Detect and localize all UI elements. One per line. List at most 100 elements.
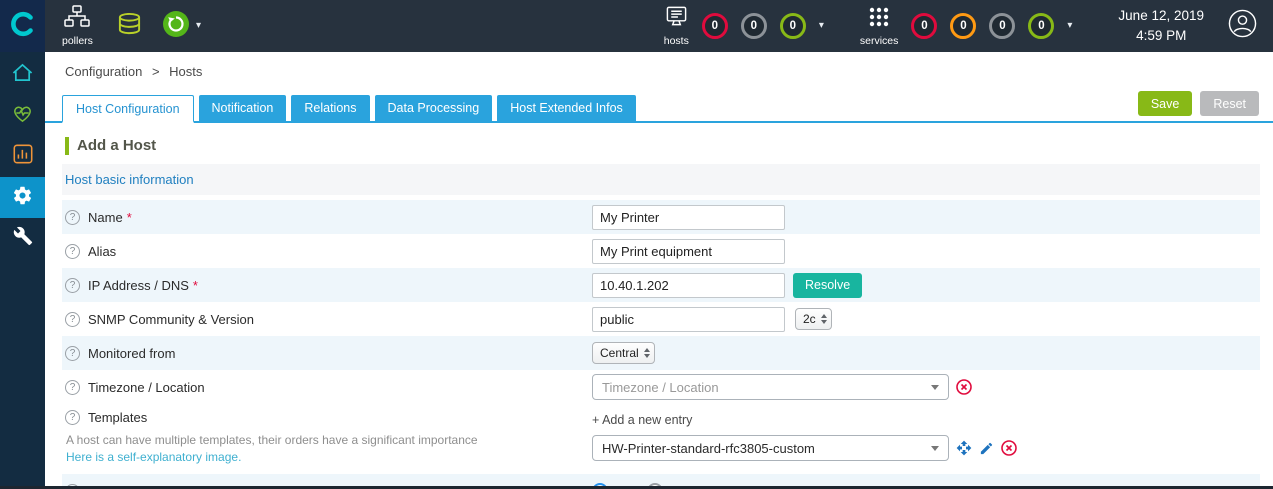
time-text: 4:59 PM — [1136, 28, 1187, 43]
form-row-monitored-from: ? Monitored from Central — [62, 336, 1260, 370]
breadcrumb-separator: > — [151, 64, 160, 79]
select-stepper-icon — [820, 314, 827, 324]
help-icon[interactable]: ? — [65, 243, 80, 259]
hosts-status-group: hosts 0 0 0 ▾ — [664, 5, 824, 47]
alias-input[interactable] — [592, 238, 785, 264]
pollers-icon — [64, 5, 91, 33]
database-menu[interactable] — [117, 12, 142, 41]
home-icon — [11, 62, 34, 88]
form-row-alias: ? Alias — [62, 234, 1260, 268]
save-button[interactable]: Save — [1137, 91, 1193, 116]
app-root: pollers ▾ hosts 0 0 0 ▾ services 0 0 0 0… — [0, 0, 1273, 489]
services-unknown-count[interactable]: 0 — [989, 13, 1016, 39]
chevron-down-icon[interactable]: ▾ — [196, 21, 201, 31]
form-row-name: ? Name * — [62, 200, 1260, 234]
refresh-menu[interactable]: ▾ — [162, 10, 201, 43]
snmp-version-value: 2c — [803, 312, 816, 326]
sidebar-item-administration[interactable] — [0, 218, 45, 259]
hosts-up-value: 0 — [789, 20, 797, 32]
hosts-unreachable-count[interactable]: 0 — [740, 13, 767, 39]
breadcrumb-configuration[interactable]: Configuration — [65, 64, 142, 79]
tab-relations[interactable]: Relations — [291, 95, 370, 121]
template-move-button[interactable] — [956, 440, 972, 456]
templates-help-text: A host can have multiple templates, thei… — [66, 433, 478, 447]
hosts-up-count[interactable]: 0 — [779, 13, 806, 39]
reset-button[interactable]: Reset — [1200, 91, 1259, 116]
monitored-from-label: Monitored from — [88, 345, 176, 361]
templates-help-link[interactable]: Here is a self-explanatory image. — [66, 450, 241, 464]
help-icon[interactable]: ? — [65, 345, 80, 361]
services-menu[interactable]: services — [859, 6, 899, 47]
topbar: pollers ▾ hosts 0 0 0 ▾ services 0 0 0 0… — [0, 0, 1273, 52]
chevron-down-icon — [931, 384, 939, 390]
help-icon[interactable]: ? — [65, 311, 80, 327]
chevron-down-icon[interactable]: ▾ — [819, 21, 824, 31]
ip-input[interactable] — [592, 272, 785, 298]
help-icon[interactable]: ? — [65, 410, 80, 425]
tab-host-configuration[interactable]: Host Configuration — [62, 95, 194, 123]
services-icon — [868, 6, 890, 33]
ip-label: IP Address / DNS — [88, 277, 189, 293]
datetime-display: June 12, 2019 4:59 PM — [1118, 6, 1204, 47]
tab-data-processing[interactable]: Data Processing — [374, 95, 493, 121]
pollers-menu[interactable]: pollers — [62, 5, 93, 47]
centreon-logo-icon — [10, 11, 36, 42]
required-asterisk: * — [126, 209, 132, 225]
help-icon[interactable]: ? — [65, 379, 80, 395]
timezone-select[interactable]: Timezone / Location — [592, 374, 949, 400]
snmp-community-input[interactable] — [592, 306, 785, 332]
add-template-entry-link[interactable]: + Add a new entry — [592, 413, 692, 427]
monitored-from-select[interactable]: Central — [592, 342, 655, 364]
date-text: June 12, 2019 — [1118, 7, 1204, 23]
gear-icon — [12, 185, 33, 211]
hosts-label: hosts — [663, 35, 689, 47]
hosts-icon — [665, 5, 688, 33]
services-unknown-value: 0 — [999, 20, 1006, 32]
services-ok-count[interactable]: 0 — [1028, 13, 1055, 39]
template-select-value: HW-Printer-standard-rfc3805-custom — [602, 440, 815, 456]
services-warning-count[interactable]: 0 — [950, 13, 977, 39]
help-icon[interactable]: ? — [65, 277, 80, 293]
timezone-placeholder: Timezone / Location — [602, 379, 719, 395]
services-critical-value: 0 — [921, 20, 928, 32]
timezone-clear-button[interactable] — [956, 379, 972, 395]
hosts-unreachable-value: 0 — [750, 20, 758, 32]
help-icon[interactable]: ? — [65, 209, 80, 225]
form-row-timezone: ? Timezone / Location Timezone / Locatio… — [62, 370, 1260, 404]
form-actions: Save Reset — [1137, 91, 1259, 116]
tab-host-extended-infos[interactable]: Host Extended Infos — [497, 95, 636, 121]
breadcrumb: Configuration > Hosts — [45, 52, 1273, 85]
heart-pulse-icon — [11, 103, 34, 129]
required-asterisk: * — [192, 277, 198, 293]
refresh-icon — [162, 10, 190, 43]
resolve-button[interactable]: Resolve — [793, 272, 863, 298]
centreon-logo[interactable] — [0, 0, 45, 52]
tab-notification[interactable]: Notification — [198, 95, 287, 121]
tab-bar: Host Configuration Notification Relation… — [45, 91, 1273, 123]
template-select[interactable]: HW-Printer-standard-rfc3805-custom — [592, 435, 949, 461]
wrench-icon — [13, 226, 33, 251]
hosts-down-count[interactable]: 0 — [701, 13, 728, 39]
sidebar-item-reporting[interactable] — [0, 136, 45, 177]
template-delete-button[interactable] — [1001, 440, 1017, 456]
hosts-menu[interactable]: hosts — [664, 5, 689, 47]
database-icon — [117, 12, 142, 40]
form-row-ip: ? IP Address / DNS * Resolve — [62, 268, 1260, 302]
snmp-version-select[interactable]: 2c — [795, 308, 832, 330]
breadcrumb-hosts[interactable]: Hosts — [169, 64, 202, 79]
page-title: Add a Host — [65, 137, 1273, 155]
sidebar-item-configuration[interactable] — [0, 177, 45, 218]
services-label: services — [859, 34, 899, 47]
chevron-down-icon — [931, 445, 939, 451]
sidebar-item-monitoring[interactable] — [0, 95, 45, 136]
chevron-down-icon[interactable]: ▾ — [1067, 21, 1072, 31]
sidebar-item-home[interactable] — [0, 54, 45, 95]
template-edit-button[interactable] — [979, 441, 994, 456]
name-input[interactable] — [592, 204, 785, 230]
sidebar — [0, 52, 45, 489]
user-menu[interactable] — [1228, 9, 1257, 43]
chart-icon — [12, 143, 34, 170]
form-row-snmp: ? SNMP Community & Version 2c — [62, 302, 1260, 336]
services-critical-count[interactable]: 0 — [911, 13, 938, 39]
timezone-label: Timezone / Location — [88, 379, 205, 395]
